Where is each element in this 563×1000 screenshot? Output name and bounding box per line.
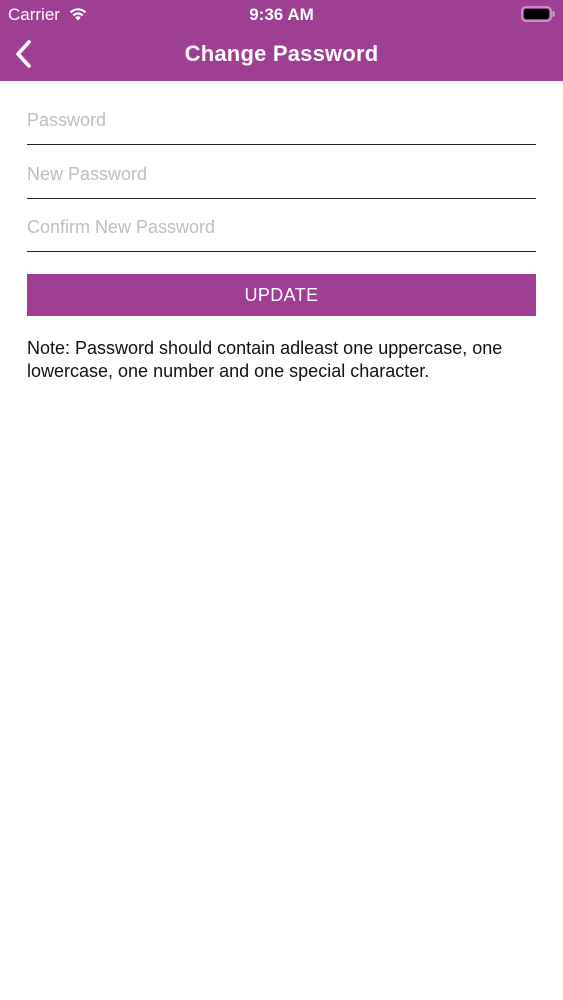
page-title: Change Password (184, 41, 379, 66)
update-button[interactable]: UPDATE (27, 274, 536, 316)
confirm-new-password-field-container (27, 207, 536, 252)
password-field-container (27, 100, 536, 145)
app-header: Carrier 9:36 AM Change Password (0, 0, 563, 81)
status-time: 9:36 AM (249, 5, 314, 24)
password-field[interactable] (27, 110, 536, 131)
change-password-form (27, 100, 536, 261)
password-rules-note: Note: Password should contain adleast on… (27, 338, 503, 381)
battery-icon (521, 6, 555, 22)
new-password-field-container (27, 154, 536, 199)
navigation-bar: Change Password (0, 28, 563, 81)
confirm-new-password-field[interactable] (27, 217, 536, 238)
new-password-field[interactable] (27, 163, 536, 185)
status-bar: Carrier 9:36 AM (0, 0, 563, 28)
